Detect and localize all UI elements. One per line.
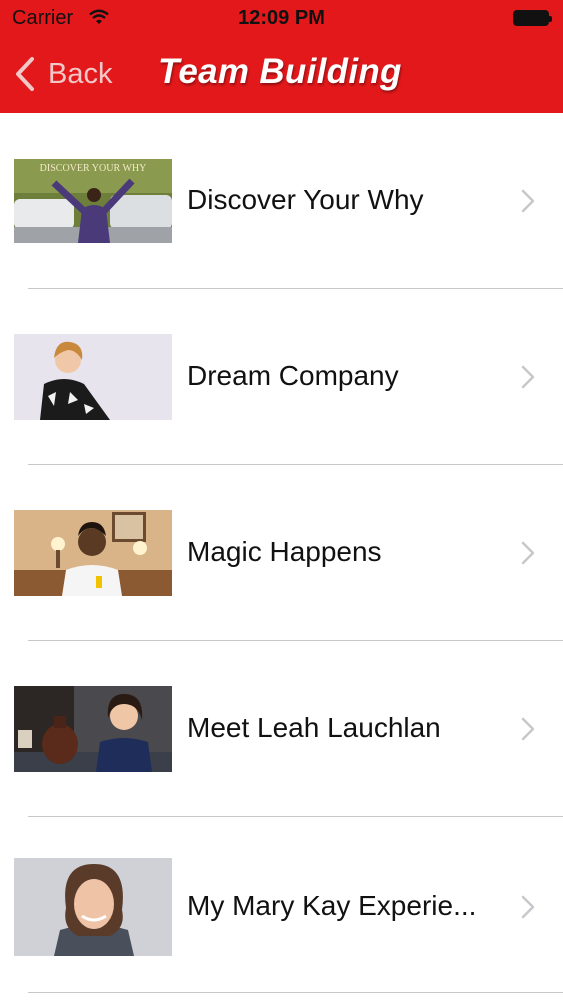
list-item-label: Meet Leah Lauchlan <box>187 712 441 743</box>
navigation-bar: Carrier 12:09 PM Back Team Building <box>0 0 563 113</box>
chevron-right-icon <box>521 717 535 741</box>
clock: 12:09 PM <box>238 7 325 29</box>
list-item[interactable]: Dream Company <box>0 289 563 465</box>
video-thumbnail: DISCOVER YOUR WHY <box>14 159 172 243</box>
list-item-label: Dream Company <box>187 360 399 391</box>
page-title: Team Building <box>158 52 402 91</box>
list-item[interactable]: Meet Leah Lauchlan <box>0 641 563 817</box>
chevron-left-icon <box>16 57 34 91</box>
list-item-label: Discover Your Why <box>187 184 424 215</box>
back-label: Back <box>48 57 113 90</box>
video-thumbnail <box>14 858 172 956</box>
video-list: DISCOVER YOUR WHY Discover Your Why Drea… <box>0 113 563 993</box>
chevron-right-icon <box>521 189 535 213</box>
row-divider <box>28 992 563 993</box>
battery-icon <box>513 10 552 26</box>
list-item[interactable]: My Mary Kay Experie... <box>0 817 563 993</box>
list-item-label: Magic Happens <box>187 536 382 567</box>
video-thumbnail <box>14 686 172 772</box>
chevron-right-icon <box>521 541 535 565</box>
list-item[interactable]: DISCOVER YOUR WHY Discover Your Why <box>0 113 563 289</box>
list-item-label: My Mary Kay Experie... <box>187 890 477 921</box>
status-bar: Carrier 12:09 PM <box>0 0 563 38</box>
thumbnail-caption: DISCOVER YOUR WHY <box>40 163 147 174</box>
video-thumbnail <box>14 510 172 596</box>
chevron-right-icon <box>521 365 535 389</box>
list-item[interactable]: Magic Happens <box>0 465 563 641</box>
video-thumbnail <box>14 334 172 420</box>
back-button[interactable]: Back <box>12 54 112 94</box>
chevron-right-icon <box>521 895 535 919</box>
